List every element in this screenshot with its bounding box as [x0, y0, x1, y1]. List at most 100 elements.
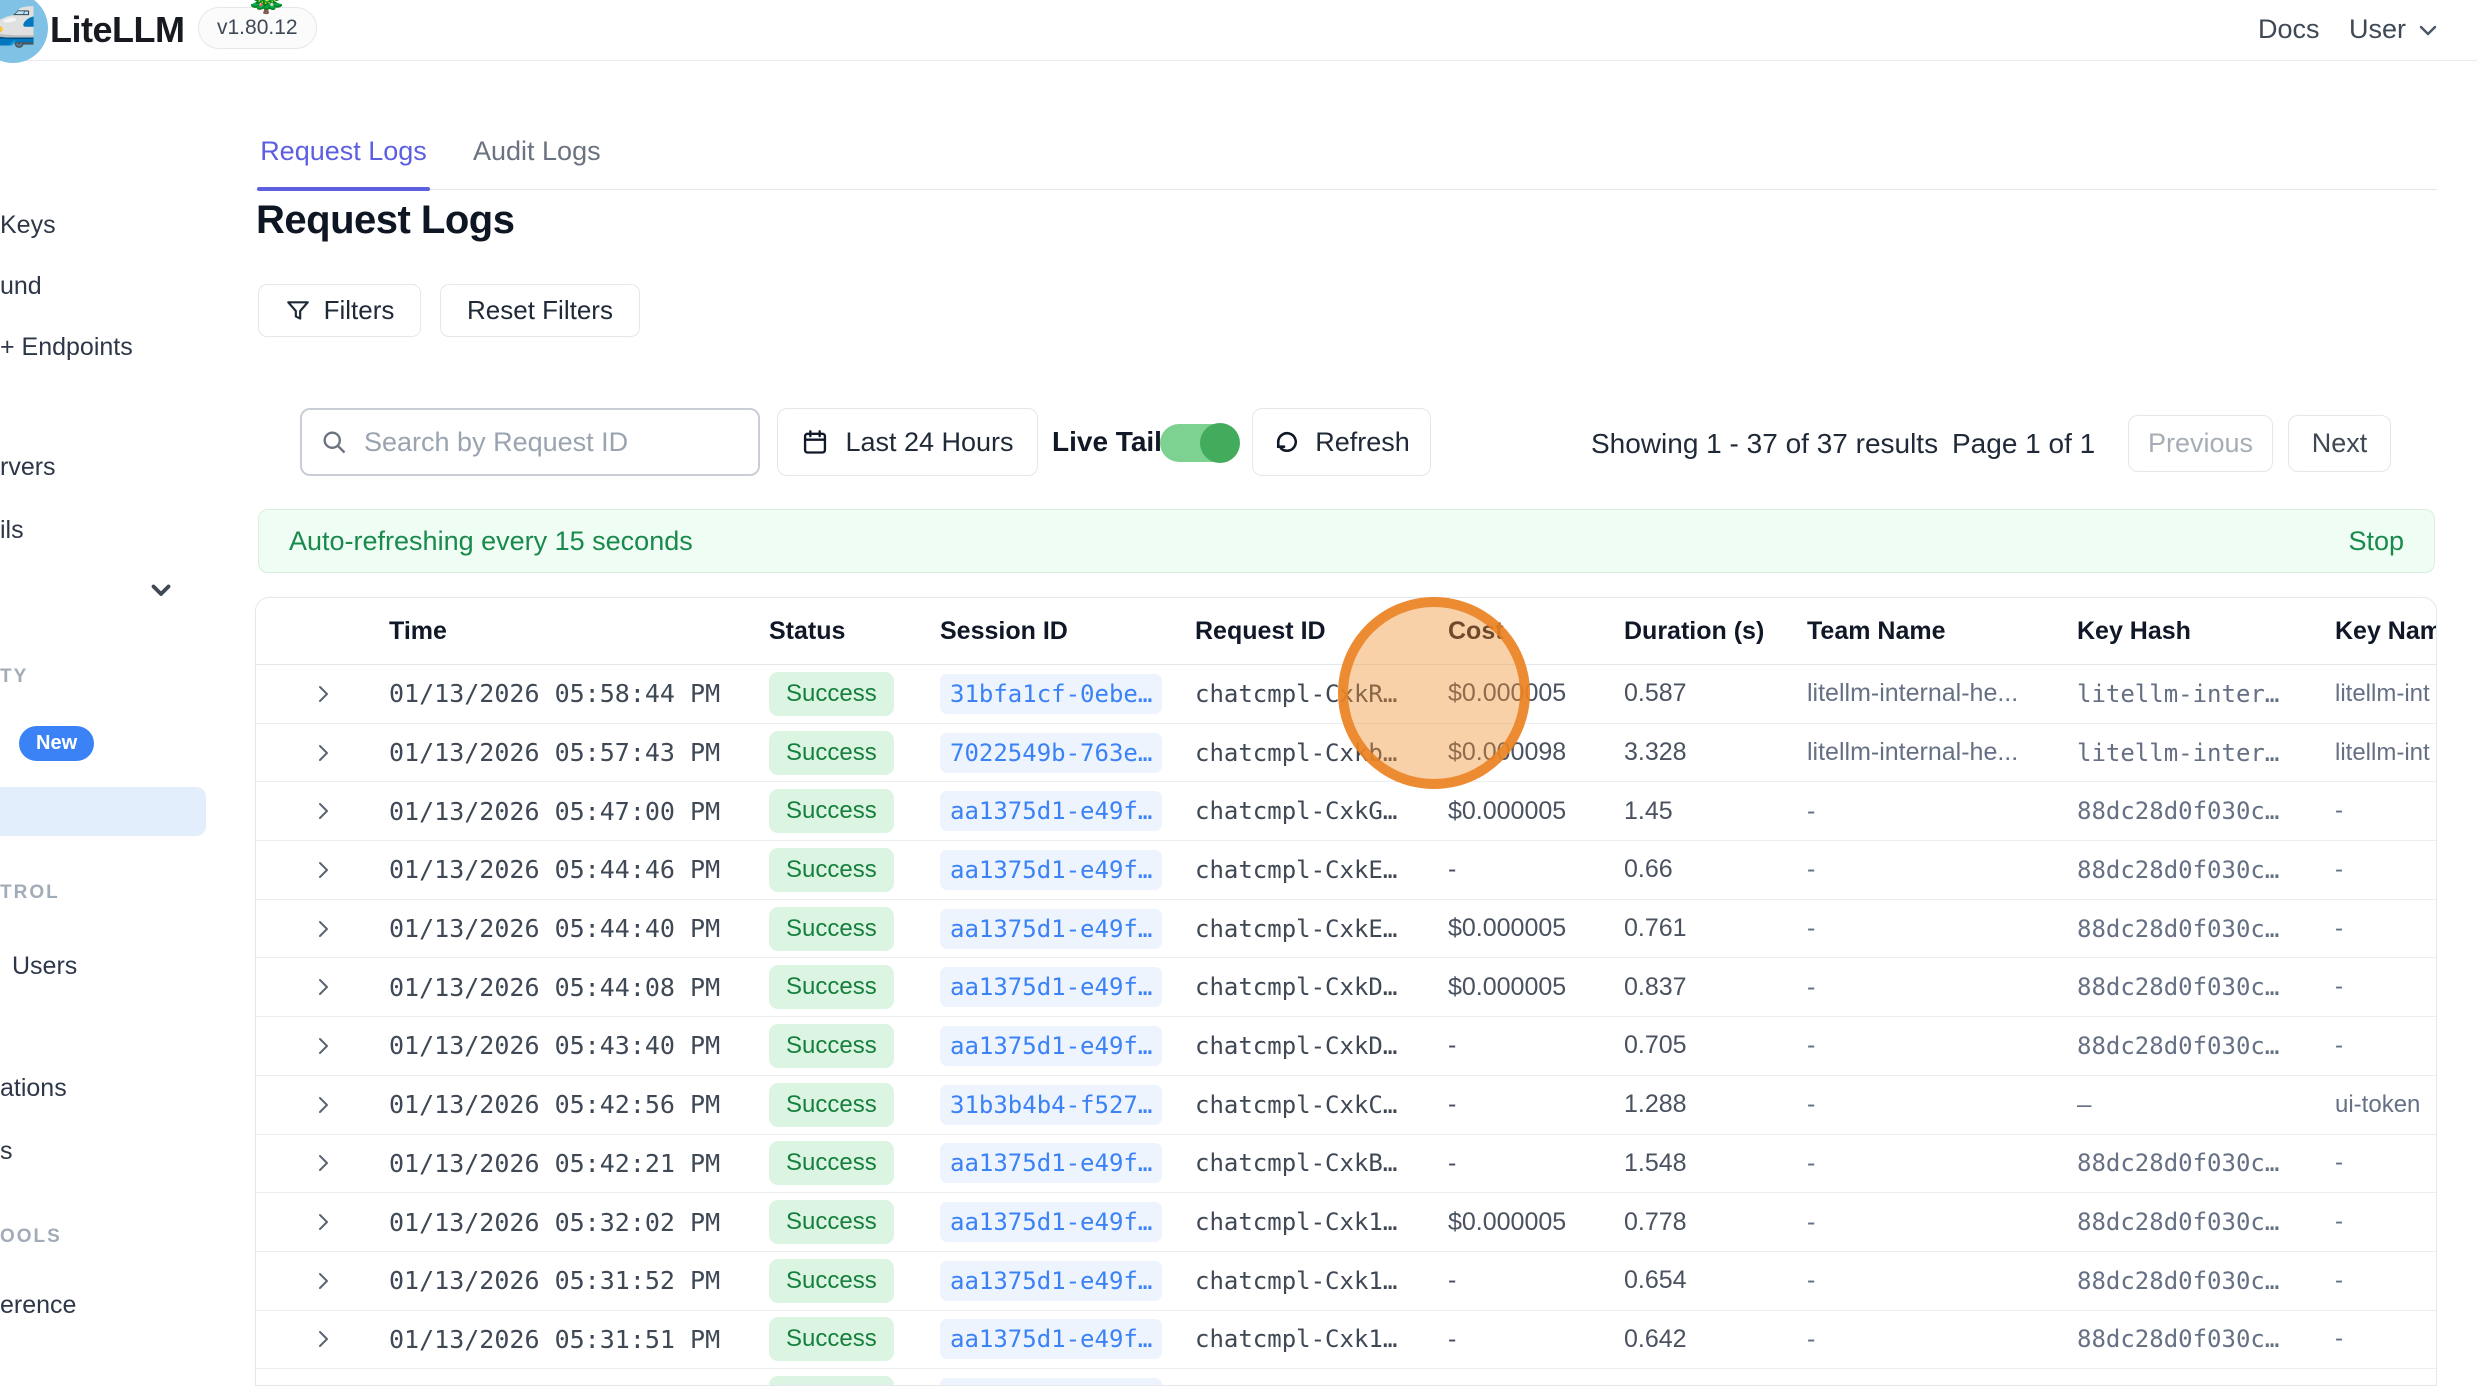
sidebar-item[interactable]: Users [12, 952, 77, 981]
cell-status: Success [769, 1200, 940, 1244]
cell-team-name: - [1807, 855, 2077, 884]
sidebar-item[interactable]: s [0, 1137, 13, 1166]
session-id-link[interactable]: 7022549b-763e… [940, 733, 1162, 773]
nav-user-menu[interactable]: User [2349, 14, 2440, 45]
session-id-link[interactable]: aa1375d1-e49f… [940, 1319, 1162, 1359]
cell-status: Success [769, 1083, 940, 1127]
row-expand-button[interactable] [256, 1269, 389, 1293]
logs-tab-bar: Request Logs Audit Logs [255, 126, 2437, 190]
cell-request-id: chatcmpl-Cxk1… [1195, 1325, 1448, 1353]
row-expand-button[interactable] [256, 1093, 389, 1117]
request-id-search[interactable] [300, 408, 760, 476]
table-row: 01/13/2026 05:44:46 PM Success aa1375d1-… [256, 841, 2437, 900]
row-expand-button[interactable] [256, 1151, 389, 1175]
cell-team-name: - [1807, 914, 2077, 943]
table-row: 01/13/2026 05:43:40 PM Success aa1375d1-… [256, 1017, 2437, 1076]
column-header-duration: Duration (s) [1624, 617, 1807, 646]
cell-session-id: 31b3b4b4-f527… [940, 1085, 1195, 1125]
cell-cost: - [1448, 1325, 1624, 1354]
cell-request-id: chatcmpl-Cxkb… [1195, 739, 1448, 767]
sidebar-item[interactable]: rvers [0, 453, 56, 482]
cell-cost: $0.000005 [1448, 914, 1624, 943]
cell-duration: 3.328 [1624, 738, 1807, 767]
cell-cost: $0.000005 [1448, 797, 1624, 826]
session-id-link[interactable]: aa1375d1-e49f… [940, 850, 1162, 890]
nav-docs-link[interactable]: Docs [2258, 14, 2320, 45]
table-row: 01/13/2026 05:31:51 PM Success aa1375d1-… [256, 1311, 2437, 1370]
filters-button[interactable]: Filters [258, 284, 421, 337]
cell-key-hash: 88dc28d0f030c… [2077, 1149, 2335, 1177]
cell-status: Success [769, 1317, 940, 1361]
session-id-link[interactable]: aa1375d1-e49f… [940, 967, 1162, 1007]
row-expand-button[interactable] [256, 917, 389, 941]
session-id-link[interactable]: 31b3b4b4-f527… [940, 1085, 1162, 1125]
time-range-label: Last 24 Hours [845, 427, 1013, 458]
session-id-link[interactable]: aa1375d1-e49f… [940, 1202, 1162, 1242]
column-header-status: Status [769, 617, 940, 646]
session-id-link[interactable]: aa1375d1-e49f… [940, 909, 1162, 949]
previous-page-button[interactable]: Previous [2128, 415, 2273, 472]
column-header-session-id: Session ID [940, 617, 1195, 646]
stop-auto-refresh-button[interactable]: Stop [2348, 526, 2404, 557]
table-row: 01/13/2026 05:44:40 PM Success aa1375d1-… [256, 900, 2437, 959]
tab-audit-logs[interactable]: Audit Logs [473, 136, 601, 167]
sidebar-active-item[interactable] [0, 787, 206, 836]
cell-key-hash: litellm-inter… [2077, 739, 2335, 767]
cell-request-id: chatcmpl-CxkR… [1195, 680, 1448, 708]
cell-team-name: - [1807, 1325, 2077, 1354]
status-badge: Success [769, 907, 894, 951]
reset-filters-button[interactable]: Reset Filters [440, 284, 640, 337]
session-id-link[interactable]: aa1375d1-e49f… [940, 791, 1162, 831]
cell-session-id: aa1375d1-e49f… [940, 1143, 1195, 1183]
sidebar-item[interactable]: erence [0, 1291, 76, 1320]
sidebar-expand-chevron-icon[interactable] [146, 574, 176, 604]
cell-request-id: chatcmpl-CxkD… [1195, 1032, 1448, 1060]
table-row: 01/13/2026 05:57:43 PM Success 7022549b-… [256, 724, 2437, 783]
row-expand-button[interactable] [256, 1034, 389, 1058]
cell-duration: 1.288 [1624, 1090, 1807, 1119]
row-expand-button[interactable] [256, 799, 389, 823]
cell-key-name: - [2335, 797, 2437, 825]
session-id-link[interactable]: aa1375d1-e49f… [940, 1143, 1162, 1183]
sidebar-item[interactable]: ils [0, 516, 24, 545]
session-id-link[interactable]: 31bfa1cf-0ebe… [940, 674, 1162, 714]
sidebar-item[interactable]: + Endpoints [0, 333, 133, 362]
live-tail-toggle[interactable] [1160, 424, 1232, 462]
row-expand-button[interactable] [256, 741, 389, 765]
cell-key-hash: 88dc28d0f030c… [2077, 797, 2335, 825]
status-badge: Success [769, 789, 894, 833]
cell-duration: 1.45 [1624, 797, 1807, 826]
cell-key-hash: – [2077, 1091, 2335, 1119]
sidebar-active-item-wrap[interactable] [0, 787, 206, 836]
sidebar-item[interactable]: Keys [0, 211, 56, 240]
cell-team-name: - [1807, 973, 2077, 1002]
refresh-button[interactable]: Refresh [1252, 408, 1431, 476]
column-header-key-name: Key Name [2335, 617, 2437, 646]
cell-team-name: - [1807, 1208, 2077, 1237]
session-id-link[interactable]: aa1375d1-e49f… [940, 1026, 1162, 1066]
calendar-icon [801, 428, 829, 456]
session-id-link[interactable]: aa1375d1-e49f… [940, 1261, 1162, 1301]
sidebar-item[interactable]: ations [0, 1074, 67, 1103]
row-expand-button[interactable] [256, 858, 389, 882]
row-expand-button[interactable] [256, 975, 389, 999]
row-expand-button[interactable] [256, 1327, 389, 1351]
row-expand-button[interactable] [256, 1210, 389, 1234]
tab-request-logs[interactable]: Request Logs [257, 136, 430, 167]
holiday-tree-icon: 🎄 [245, 0, 287, 16]
refresh-label: Refresh [1315, 427, 1410, 458]
time-range-button[interactable]: Last 24 Hours [777, 408, 1038, 476]
page-indicator: Page 1 of 1 [1952, 428, 2095, 460]
cell-duration: 0.587 [1624, 679, 1807, 708]
search-input[interactable] [362, 426, 740, 459]
sidebar-item[interactable]: und [0, 272, 42, 301]
cell-status: Success [769, 672, 940, 716]
cell-time: 01/13/2026 05:43:40 PM [389, 1031, 769, 1060]
next-page-button[interactable]: Next [2288, 415, 2391, 472]
cell-key-name: litellm-int [2335, 739, 2437, 767]
sidebar-item-with-new-badge[interactable]: New [19, 726, 94, 761]
row-expand-button[interactable] [256, 682, 389, 706]
status-badge: Success [769, 1317, 894, 1361]
request-logs-table: Time Status Session ID Request ID Cost D… [255, 597, 2437, 1386]
status-badge: Success [769, 1024, 894, 1068]
